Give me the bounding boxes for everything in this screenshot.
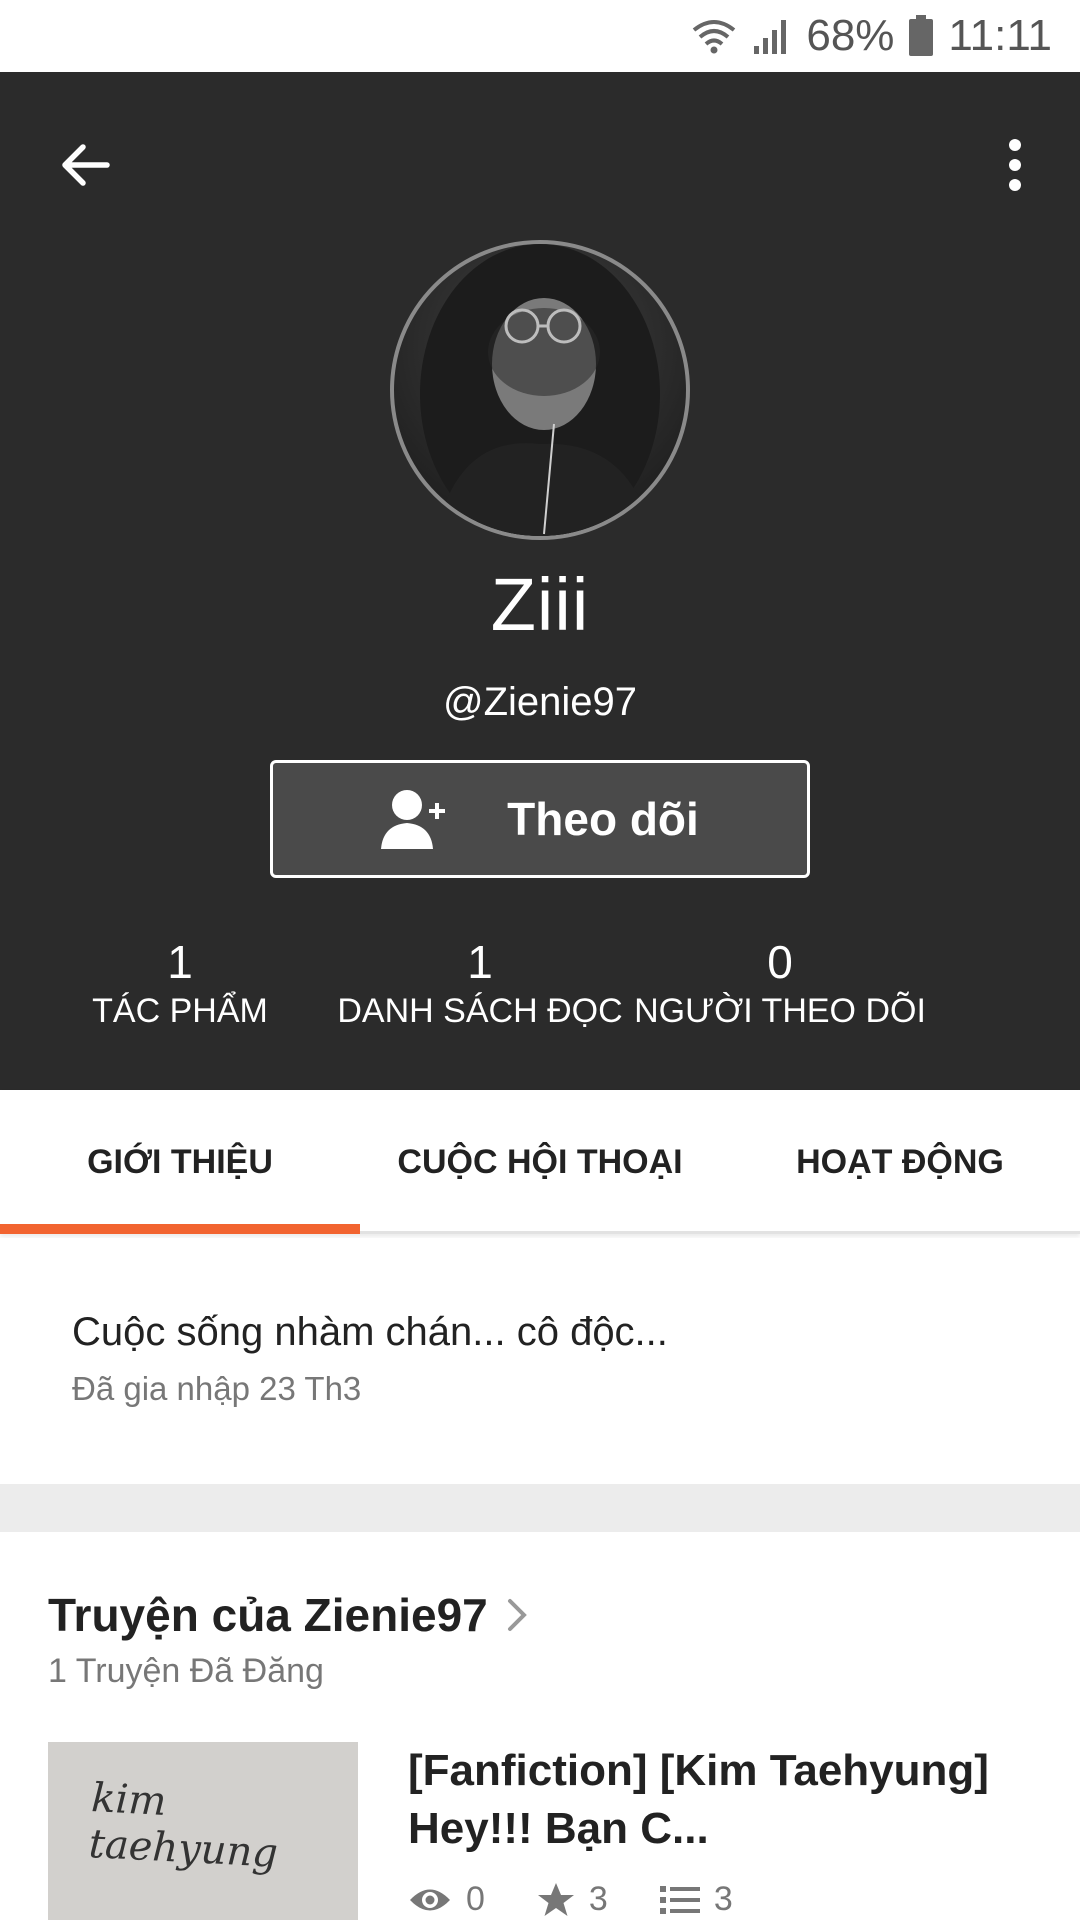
stories-count: 1 Truyện Đã Đăng [48, 1652, 324, 1690]
avatar-photo [420, 244, 660, 536]
stories-title: Truyện của Zienie97 [48, 1589, 488, 1641]
follow-button[interactable]: Theo dõi [270, 760, 810, 878]
more-vert-icon [1009, 139, 1021, 191]
username: @Zienie97 [442, 680, 638, 724]
bio-text: Cuộc sống nhàm chán... cô độc... [72, 1310, 668, 1354]
story-cover[interactable]: kim taehyung [48, 1742, 358, 1920]
profile-stats: 1 TÁC PHẨM 1 DANH SÁCH ĐỌC 0 NGƯỜI THEO … [90, 932, 990, 1072]
tab-activity[interactable]: HOẠT ĐỘNG [720, 1090, 1080, 1234]
tab-conversations[interactable]: CUỘC HỘI THOẠI [360, 1090, 720, 1234]
star-icon [537, 1882, 574, 1916]
status-bar: 68% 11:11 [0, 0, 1080, 72]
stat-value: 0 [767, 936, 793, 988]
stat-followers[interactable]: 0 NGƯỜI THEO DÕI [630, 932, 930, 1031]
about-section: Cuộc sống nhàm chán... cô độc... Đã gia … [0, 1238, 1080, 1484]
profile-tabs: GIỚI THIỆU CUỘC HỘI THOẠI HOẠT ĐỘNG [0, 1090, 1080, 1234]
profile-header: Ziii @Zienie97 Theo dõi 1 TÁC PHẨM 1 DAN… [0, 72, 1080, 1090]
section-divider [0, 1484, 1080, 1532]
eye-icon [410, 1889, 450, 1910]
more-options-button[interactable] [980, 120, 1050, 210]
follow-button-label: Theo dõi [507, 793, 699, 845]
battery-percent: 68% [806, 11, 895, 60]
display-name: Ziii [490, 563, 590, 646]
stat-label: TÁC PHẨM [92, 992, 268, 1030]
story-title[interactable]: [Fanfiction] [Kim Taehyung] Hey!!! Bạn C… [408, 1742, 1028, 1858]
add-user-icon [381, 790, 446, 849]
stat-reading-lists[interactable]: 1 DANH SÁCH ĐỌC [330, 932, 630, 1031]
stat-label: NGƯỜI THEO DÕI [634, 992, 926, 1030]
stat-works[interactable]: 1 TÁC PHẨM [30, 932, 330, 1031]
signal-icon [754, 20, 787, 54]
story-parts: 3 [713, 1880, 733, 1918]
stat-label: DANH SÁCH ĐỌC [337, 992, 623, 1030]
join-date: Đã gia nhập 23 Th3 [72, 1370, 362, 1407]
chevron-right-icon [507, 1599, 527, 1631]
story-reads: 0 [466, 1880, 485, 1918]
story-votes: 3 [588, 1880, 608, 1918]
story-meta: 0 3 3 [408, 1880, 733, 1919]
tab-about[interactable]: GIỚI THIỆU [0, 1090, 360, 1234]
wifi-icon [693, 20, 736, 54]
avatar[interactable] [390, 240, 690, 540]
story-cover-text: kim taehyung [87, 1775, 280, 1877]
stories-section: Truyện của Zienie97 1 Truyện Đã Đăng kim… [0, 1532, 1080, 1920]
stat-value: 1 [467, 936, 493, 988]
clock: 11:11 [948, 11, 1052, 60]
stories-header-link[interactable]: Truyện của Zienie97 [48, 1588, 528, 1642]
back-button[interactable] [40, 120, 130, 210]
list-icon [659, 1885, 700, 1914]
battery-icon [909, 15, 934, 56]
active-tab-indicator [0, 1224, 360, 1234]
arrow-back-icon [62, 144, 110, 186]
stat-value: 1 [167, 936, 193, 988]
